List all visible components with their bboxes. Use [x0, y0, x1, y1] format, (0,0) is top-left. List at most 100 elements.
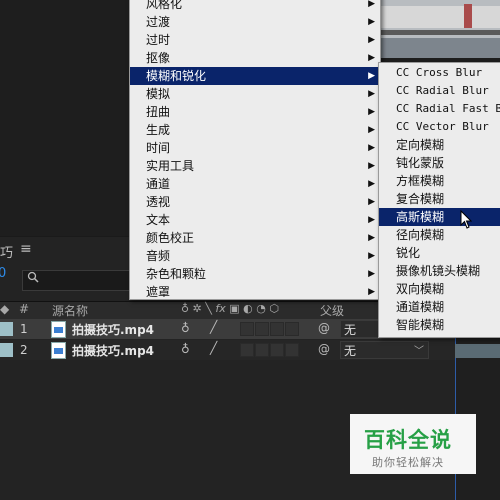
blur-submenu-item[interactable]: 径向模糊: [379, 226, 500, 244]
submenu-arrow-icon: ▶: [368, 233, 375, 243]
blur-submenu-item[interactable]: CC Radial Blur: [379, 82, 500, 100]
column-parent[interactable]: 父级: [320, 302, 344, 319]
parent-select[interactable]: 无 ﹀: [340, 341, 429, 359]
column-number: #: [19, 302, 30, 316]
effects-menu-item-label: 抠像: [146, 51, 171, 65]
switch-box[interactable]: [240, 343, 254, 357]
blur-submenu-item[interactable]: 定向模糊: [379, 136, 500, 154]
submenu-arrow-icon: ▶: [368, 89, 375, 99]
effects-menu-item[interactable]: 生成 ▶: [130, 121, 380, 139]
effects-menu-item[interactable]: 风格化 ▶: [130, 0, 380, 13]
submenu-arrow-icon: ▶: [368, 53, 375, 63]
shy-switch-icon[interactable]: ♁: [181, 321, 190, 335]
effects-menu-item-label: 扭曲: [146, 105, 171, 119]
blur-submenu-item-label: 通道模糊: [396, 300, 445, 314]
switches-header-icons: ♁ ✲ ╲ fx ▣ ◐ ◔ ⬡: [181, 302, 279, 315]
submenu-arrow-icon: ▶: [368, 35, 375, 45]
effects-menu-item[interactable]: 透视 ▶: [130, 193, 380, 211]
timecode-display[interactable]: 0: [0, 266, 6, 281]
layer-row[interactable]: 2 拍摄技巧.mp4 ♁ ╱ @ 无 ﹀: [0, 340, 455, 360]
blur-submenu-item-label: 径向模糊: [396, 228, 445, 242]
effects-menu-item[interactable]: 过渡 ▶: [130, 13, 380, 31]
blur-submenu-item[interactable]: 锐化: [379, 244, 500, 262]
chevron-down-icon: ﹀: [414, 346, 424, 357]
effects-menu-item[interactable]: 文本 ▶: [130, 211, 380, 229]
shy-switch-icon[interactable]: ♁: [181, 342, 190, 356]
effects-menu-item[interactable]: 颜色校正 ▶: [130, 229, 380, 247]
layer-name[interactable]: 拍摄技巧.mp4: [72, 342, 154, 359]
blur-submenu-item-label: CC Radial Blur: [396, 84, 489, 97]
blur-submenu-item-label: 钝化蒙版: [396, 156, 445, 170]
effects-menu-item-label: 音频: [146, 249, 171, 263]
switch-box[interactable]: [255, 343, 269, 357]
effects-menu-item[interactable]: 抠像 ▶: [130, 49, 380, 67]
submenu-arrow-icon: ▶: [368, 125, 375, 135]
effects-menu-item[interactable]: 实用工具 ▶: [130, 157, 380, 175]
effects-menu-item-label: 通道: [146, 177, 171, 191]
blur-submenu-item-label: CC Radial Fast Blu: [396, 102, 500, 115]
effects-menu-item-label: 模拟: [146, 87, 171, 101]
effects-menu-item-label: 杂色和颗粒: [146, 267, 207, 281]
switch-box[interactable]: [285, 343, 299, 357]
blur-submenu-item[interactable]: 高斯模糊: [379, 208, 500, 226]
switch-box[interactable]: [240, 322, 254, 336]
watermark-logo: 百科全说: [364, 428, 452, 452]
effects-menu-item-label: 时间: [146, 141, 171, 155]
effects-menu-item-label: 颜色校正: [146, 231, 195, 245]
blur-submenu-item[interactable]: 双向模糊: [379, 280, 500, 298]
blur-submenu-item[interactable]: 复合模糊: [379, 190, 500, 208]
blur-submenu-item-label: 复合模糊: [396, 192, 445, 206]
effects-menu-item[interactable]: 扭曲 ▶: [130, 103, 380, 121]
layer-duration-bar[interactable]: [455, 344, 500, 358]
blur-submenu-item[interactable]: 智能模糊: [379, 316, 500, 334]
switch-box[interactable]: [270, 343, 284, 357]
effects-menu-item[interactable]: 模拟 ▶: [130, 85, 380, 103]
panel-tab-name[interactable]: 巧: [0, 242, 13, 261]
panel-menu-icon[interactable]: ≡: [20, 241, 32, 257]
blur-submenu-item-label: 定向模糊: [396, 138, 445, 152]
mouse-cursor-icon: [460, 210, 472, 229]
pick-whip-icon[interactable]: @: [318, 342, 330, 356]
blur-submenu-item-label: 双向模糊: [396, 282, 445, 296]
effects-menu-item[interactable]: 通道 ▶: [130, 175, 380, 193]
effects-menu-item-label: 生成: [146, 123, 171, 137]
column-source-name[interactable]: 源名称: [52, 302, 88, 319]
switch-box[interactable]: [255, 322, 269, 336]
blur-submenu-item-label: 摄像机镜头模糊: [396, 264, 481, 278]
effects-menu-item[interactable]: 模糊和锐化 ▶: [130, 67, 380, 85]
quality-switch-icon[interactable]: ╱: [210, 320, 217, 334]
pick-whip-icon[interactable]: @: [318, 321, 330, 335]
effects-menu-item-label: 模糊和锐化: [146, 69, 207, 83]
submenu-arrow-icon: ▶: [368, 17, 375, 27]
blur-submenu-item[interactable]: CC Radial Fast Blu: [379, 100, 500, 118]
submenu-arrow-icon: ▶: [368, 287, 375, 297]
switch-box[interactable]: [270, 322, 284, 336]
quality-switch-icon[interactable]: ╱: [210, 341, 217, 355]
video-file-icon: [51, 321, 66, 338]
blur-submenu-item[interactable]: CC Vector Blur: [379, 118, 500, 136]
submenu-arrow-icon: ▶: [368, 107, 375, 117]
effects-menu-item[interactable]: 时间 ▶: [130, 139, 380, 157]
submenu-arrow-icon: ▶: [368, 269, 375, 279]
effects-menu-item[interactable]: 遮罩 ▶: [130, 283, 380, 301]
effects-menu-item[interactable]: 过时 ▶: [130, 31, 380, 49]
blur-submenu-item[interactable]: 摄像机镜头模糊: [379, 262, 500, 280]
switch-box[interactable]: [285, 322, 299, 336]
label-color-swatch[interactable]: [0, 322, 13, 336]
effects-menu-item-label: 透视: [146, 195, 171, 209]
watermark-subtitle: 助你轻松解决: [372, 456, 444, 469]
effects-menu-item-label: 实用工具: [146, 159, 195, 173]
effects-menu-item[interactable]: 音频 ▶: [130, 247, 380, 265]
blur-submenu-item[interactable]: CC Cross Blur: [379, 64, 500, 82]
label-color-swatch[interactable]: [0, 343, 13, 357]
blur-submenu-item[interactable]: 通道模糊: [379, 298, 500, 316]
submenu-arrow-icon: ▶: [368, 143, 375, 153]
effects-menu-item-label: 文本: [146, 213, 171, 227]
blur-submenu-item[interactable]: 钝化蒙版: [379, 154, 500, 172]
submenu-arrow-icon: ▶: [368, 179, 375, 189]
video-file-icon: [51, 342, 66, 359]
blur-submenu-item[interactable]: 方框模糊: [379, 172, 500, 190]
effects-menu-item[interactable]: 杂色和颗粒 ▶: [130, 265, 380, 283]
layer-name[interactable]: 拍摄技巧.mp4: [72, 321, 154, 338]
blur-submenu-item-label: 锐化: [396, 246, 421, 260]
